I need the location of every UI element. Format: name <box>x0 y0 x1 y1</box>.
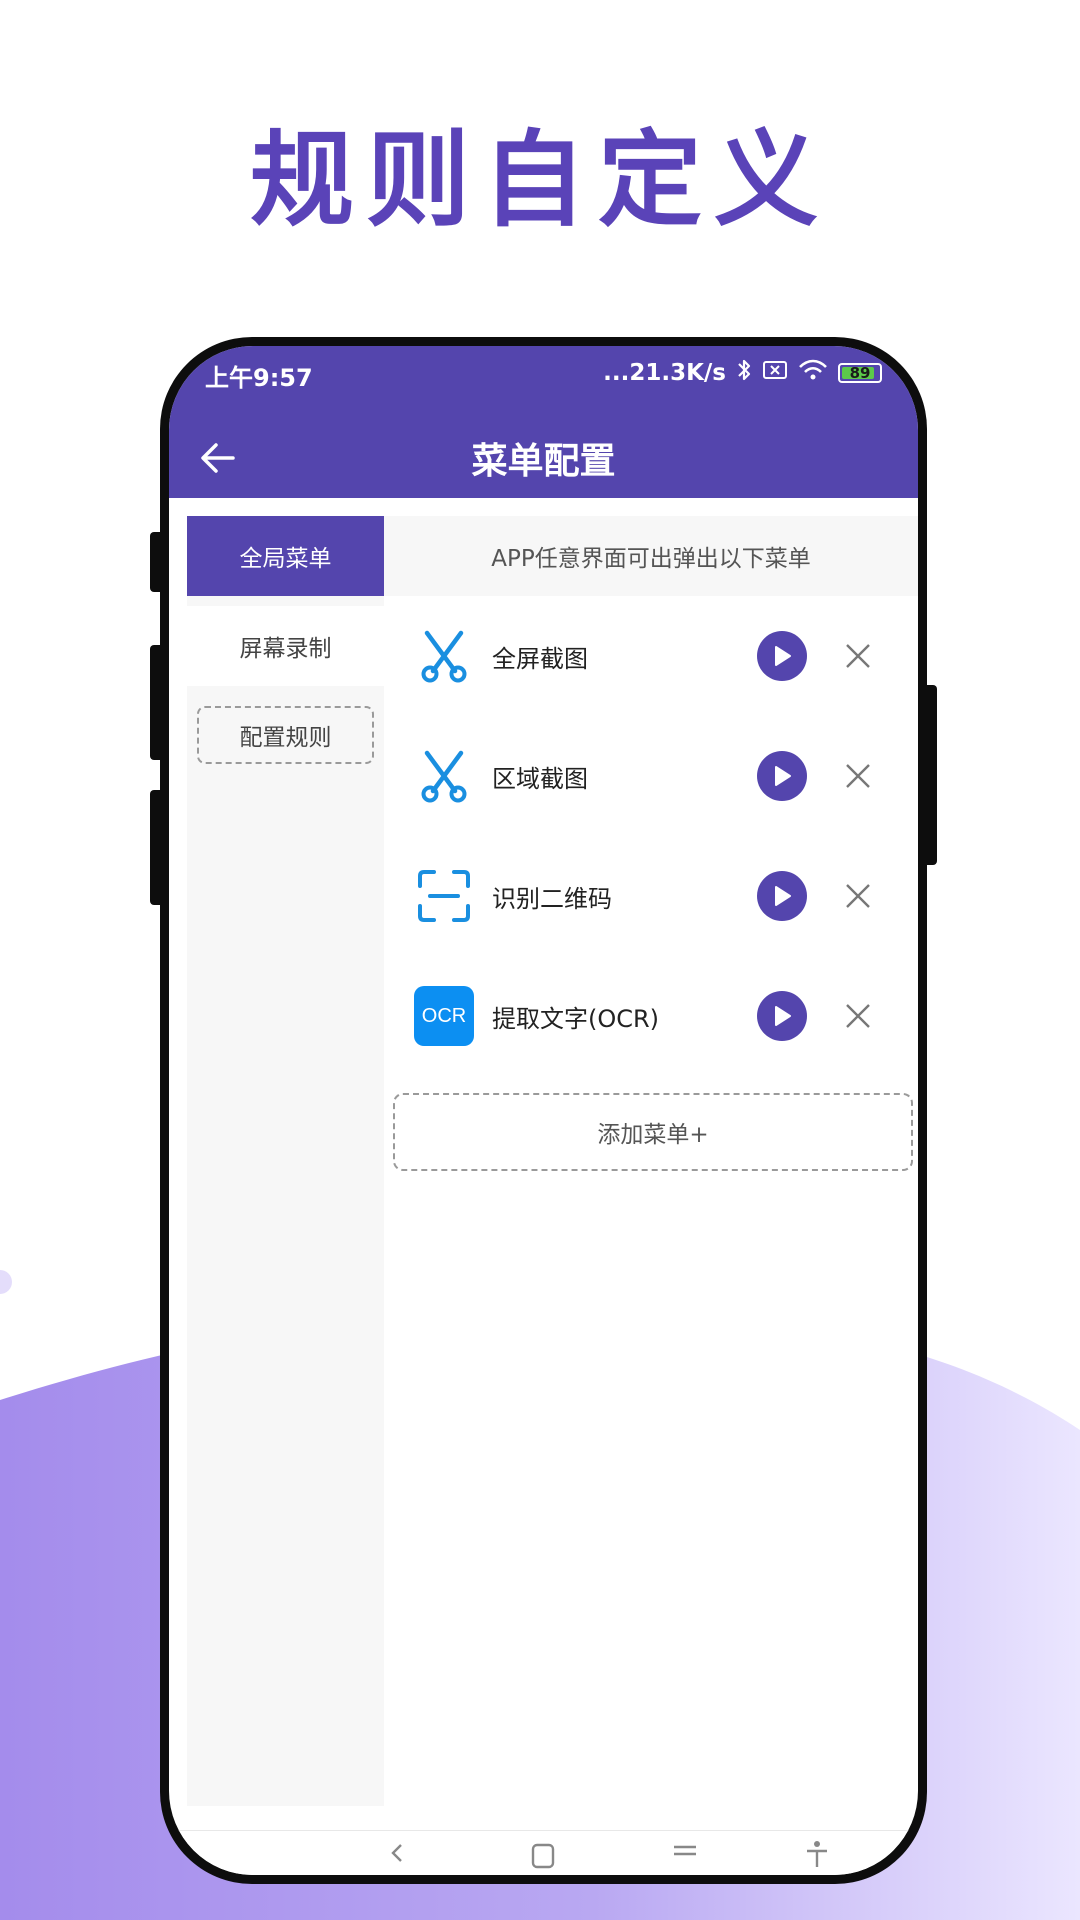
system-nav-bar <box>169 1830 918 1875</box>
battery-icon: 89 <box>838 363 882 383</box>
close-icon <box>846 884 870 908</box>
menu-row: 识别二维码 <box>384 846 918 946</box>
close-icon <box>846 764 870 788</box>
sidebar-item-screen-record[interactable]: 屏幕录制 <box>187 606 384 686</box>
sidebar: 全局菜单 屏幕录制 配置规则 <box>187 516 384 1806</box>
delete-button[interactable] <box>838 756 878 796</box>
menu-row: 全屏截图 <box>384 606 918 706</box>
phone-screen: 上午9:57 ...21.3K/s 89 菜单配置 全局菜单 屏幕录制 配置规则… <box>169 346 918 1875</box>
close-icon <box>846 1004 870 1028</box>
bluetooth-icon <box>736 358 752 388</box>
play-button[interactable] <box>757 751 807 801</box>
sim-icon <box>762 360 788 386</box>
app-bar: 上午9:57 ...21.3K/s 89 菜单配置 <box>169 346 918 498</box>
close-icon <box>846 644 870 668</box>
network-speed: ...21.3K/s <box>603 360 726 386</box>
menu-label: 全屏截图 <box>492 644 588 673</box>
headline: 规则自定义 <box>249 119 830 241</box>
play-icon <box>775 886 791 906</box>
play-button[interactable] <box>757 871 807 921</box>
status-icons: ...21.3K/s 89 <box>603 358 882 388</box>
sidebar-item-config-rules[interactable]: 配置规则 <box>197 706 374 764</box>
sidebar-item-global-menu[interactable]: 全局菜单 <box>187 516 384 596</box>
nav-menu-icon[interactable] <box>671 1839 699 1873</box>
battery-level: 89 <box>849 363 871 382</box>
page-title: 菜单配置 <box>471 441 616 482</box>
scissors-icon <box>414 746 474 806</box>
nav-back-icon[interactable] <box>387 1839 405 1873</box>
wifi-icon <box>798 359 828 387</box>
play-icon <box>775 646 791 666</box>
menu-row: 区域截图 <box>384 726 918 826</box>
play-icon <box>775 766 791 786</box>
menu-label: 识别二维码 <box>492 884 612 913</box>
delete-button[interactable] <box>838 996 878 1036</box>
qr-scan-icon <box>414 866 474 926</box>
delete-button[interactable] <box>838 876 878 916</box>
nav-accessibility-icon[interactable] <box>803 1839 831 1873</box>
menu-hint: APP任意界面可出弹出以下菜单 <box>384 516 918 596</box>
ocr-icon: OCR <box>414 986 474 1046</box>
status-time: 上午9:57 <box>205 364 313 392</box>
phone-frame: 上午9:57 ...21.3K/s 89 菜单配置 全局菜单 屏幕录制 配置规则… <box>160 337 927 1884</box>
nav-home-icon[interactable] <box>529 1839 557 1873</box>
play-icon <box>775 1006 791 1026</box>
delete-button[interactable] <box>838 636 878 676</box>
scissors-icon <box>414 626 474 686</box>
play-button[interactable] <box>757 631 807 681</box>
ocr-badge: OCR <box>414 986 474 1046</box>
add-menu-button[interactable]: 添加菜单+ <box>393 1093 913 1171</box>
menu-label: 区域截图 <box>492 764 588 793</box>
play-button[interactable] <box>757 991 807 1041</box>
menu-label: 提取文字(OCR) <box>492 1004 660 1033</box>
menu-row: OCR 提取文字(OCR) <box>384 966 918 1066</box>
